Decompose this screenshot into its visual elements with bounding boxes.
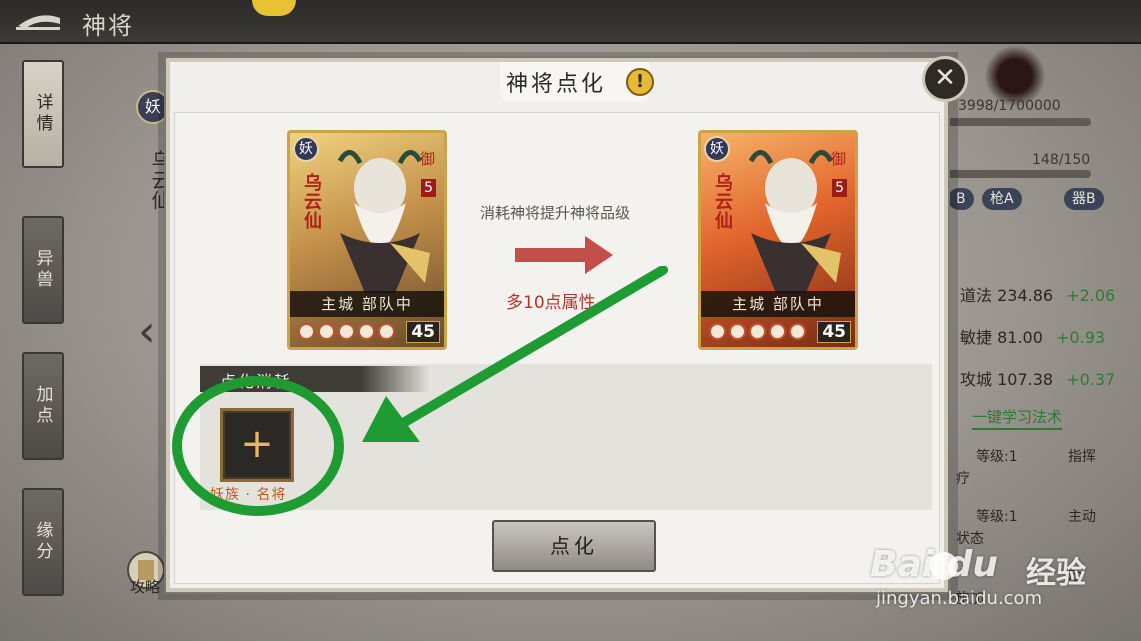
- star-icon: [749, 323, 766, 340]
- watermark-url: jingyan.baidu.com: [876, 588, 1043, 609]
- stat-bonus: +0.37: [1066, 370, 1116, 389]
- star-icon: [709, 323, 726, 340]
- skill-type: 主动: [1068, 509, 1096, 525]
- guide-label[interactable]: 攻略: [130, 576, 160, 597]
- card-hero-name: 乌云仙: [301, 173, 322, 230]
- highlight-circle: [172, 376, 344, 516]
- learn-skills-link[interactable]: 一键学习法术: [972, 406, 1063, 430]
- page-title: 神将: [82, 12, 134, 40]
- paw-icon: [930, 552, 958, 580]
- card-seal: 御: [418, 151, 436, 166]
- tab-points[interactable]: 加点: [22, 352, 64, 460]
- consume-description: 消耗神将提升神将品级: [480, 204, 631, 222]
- skill-level: 等级:1: [976, 449, 1018, 465]
- top-bar: 神将: [0, 0, 1141, 44]
- skill-name: 疗: [956, 471, 970, 487]
- close-button[interactable]: ✕: [922, 56, 968, 102]
- stat-row: 道法 234.86 +2.06: [960, 282, 1115, 306]
- currency-icon: [252, 0, 296, 16]
- watermark-text: 经验: [1026, 556, 1086, 591]
- stat-name: 敏捷: [960, 328, 993, 347]
- info-icon[interactable]: !: [626, 68, 654, 96]
- stat-name: 攻城: [960, 370, 993, 389]
- card-troop-status: 主城 部队中: [701, 291, 855, 317]
- card-stars: [709, 323, 806, 345]
- star-icon: [298, 323, 315, 340]
- promote-button[interactable]: 点化: [492, 520, 656, 572]
- tab-details[interactable]: 详情: [22, 60, 64, 168]
- level-bar: [948, 170, 1091, 178]
- star-icon: [338, 323, 355, 340]
- card-faction-badge: 妖: [704, 136, 730, 162]
- star-icon: [729, 323, 746, 340]
- tab-beast[interactable]: 异兽: [22, 216, 64, 324]
- tab-bond[interactable]: 缘分: [22, 488, 64, 596]
- stat-value: 234.86: [997, 286, 1054, 305]
- stat-bonus: +0.93: [1056, 328, 1106, 347]
- pointer-arrow-icon: [362, 266, 668, 442]
- card-grade: 5: [421, 179, 436, 197]
- card-seal: 御: [829, 151, 847, 166]
- exp-bar: [948, 118, 1091, 126]
- watermark: Bai du 经验 jingyan.baidu.com: [870, 544, 1130, 614]
- prev-hero-arrow-icon[interactable]: ‹: [138, 306, 156, 357]
- skill-level: 等级:1: [976, 509, 1018, 525]
- skill-type: 指挥: [1068, 449, 1096, 465]
- star-icon: [318, 323, 335, 340]
- card-faction-badge: 妖: [293, 136, 319, 162]
- card-level: 45: [817, 321, 851, 343]
- stat-name: 道法: [960, 286, 993, 305]
- stat-value: 107.38: [997, 370, 1054, 389]
- level-value: 148/150: [1032, 152, 1091, 168]
- stat-row: 攻城 107.38 +0.37: [960, 366, 1115, 390]
- aptitude-badge: 枪A: [982, 188, 1022, 210]
- card-grade: 5: [832, 179, 847, 197]
- card-hero-name: 乌云仙: [712, 173, 733, 230]
- exp-value: 3998/1700000: [958, 98, 1061, 114]
- star-icon: [769, 323, 786, 340]
- stat-bonus: +2.06: [1066, 286, 1116, 305]
- stat-value: 81.00: [997, 328, 1043, 347]
- dialog-title: 神将点化: [506, 72, 607, 97]
- aptitude-badge: 器B: [1064, 188, 1104, 210]
- back-arrow-icon[interactable]: [14, 8, 64, 34]
- star-icon: [789, 323, 806, 340]
- stat-row: 敏捷 81.00 +0.93: [960, 324, 1105, 348]
- hero-card-after: 妖 乌云仙 御 5 主城 部队中 45: [698, 130, 858, 350]
